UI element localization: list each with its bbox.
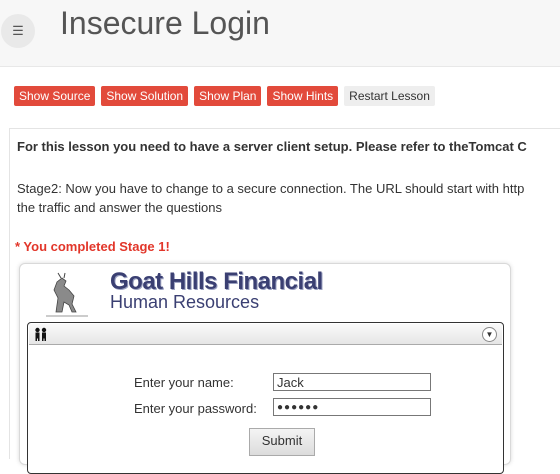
- hamburger-menu-button[interactable]: ☰: [1, 14, 35, 48]
- people-icon: [35, 327, 47, 341]
- page-header: ☰ Insecure Login: [0, 0, 560, 67]
- stage-instructions: Stage2: Now you have to change to a secu…: [17, 179, 560, 217]
- password-field[interactable]: ●●●●●●: [273, 398, 431, 416]
- stage-line-1: Stage2: Now you have to change to a secu…: [17, 181, 525, 196]
- restart-lesson-button[interactable]: Restart Lesson: [344, 86, 435, 106]
- name-field[interactable]: Jack: [273, 373, 431, 391]
- lesson-content: For this lesson you need to have a serve…: [9, 128, 560, 474]
- show-source-button[interactable]: Show Source: [14, 86, 96, 106]
- show-solution-button[interactable]: Show Solution: [101, 86, 189, 106]
- lesson-toolbar: Show Source Show Solution Show Plan Show…: [14, 86, 435, 106]
- password-label: Enter your password:: [134, 401, 257, 416]
- completion-message: * You completed Stage 1!: [15, 239, 170, 254]
- chevron-down-icon[interactable]: ▼: [482, 327, 497, 342]
- hamburger-icon: ☰: [12, 23, 24, 38]
- show-plan-button[interactable]: Show Plan: [194, 86, 262, 106]
- page-title: Insecure Login: [60, 5, 270, 41]
- form-title-bar: ▼: [29, 324, 502, 345]
- login-panel: Goat Hills Financial Human Resources ▼ E…: [19, 263, 511, 474]
- show-hints-button[interactable]: Show Hints: [267, 86, 339, 106]
- lesson-intro: For this lesson you need to have a serve…: [17, 139, 527, 154]
- brand-subtitle: Human Resources: [110, 292, 260, 312]
- stage-line-2: the traffic and answer the questions: [17, 200, 222, 215]
- login-form: ▼ Enter your name: Jack Enter your passw…: [27, 322, 504, 474]
- goat-logo-icon: [46, 272, 88, 317]
- name-label: Enter your name:: [134, 375, 234, 390]
